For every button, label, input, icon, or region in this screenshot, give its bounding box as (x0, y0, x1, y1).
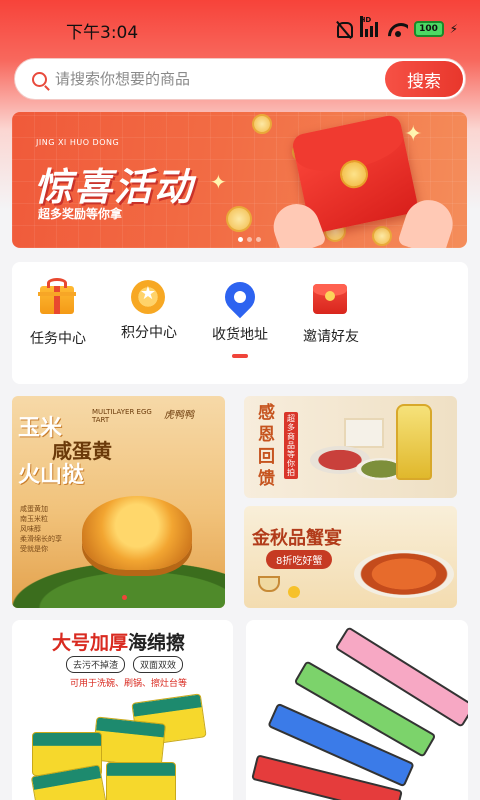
product-card-harmonica[interactable] (246, 620, 468, 800)
sponge-illustration (91, 716, 167, 768)
promo-description: 咸蛋黄加 南玉米粒 风味醇 柔滑绵长的享 受就是你 (20, 505, 62, 553)
gift-icon (38, 278, 76, 314)
status-bar: 下午3:04 HD 100 ⚡ (0, 0, 480, 58)
signal-icon: HD (359, 16, 382, 37)
promo-card-gratitude[interactable]: 感恩回馈 超多商品等你拍 (244, 396, 457, 498)
banner-pagination (238, 237, 261, 242)
tea-cup-illustration (258, 576, 280, 592)
product-card-sponge[interactable]: 大号加厚海绵擦 去污不掉渣 双面双效 可用于洗碗、刷锅、擦灶台等 (12, 620, 233, 800)
mute-icon (334, 20, 354, 38)
flower-illustration (288, 586, 300, 598)
quick-nav-label: 任务中心 (30, 331, 86, 347)
quick-nav-label: 邀请好友 (303, 329, 359, 345)
red-packet-icon (313, 284, 347, 314)
search-button[interactable]: 搜索 (385, 61, 463, 97)
promo-banner[interactable]: JING XI HUO DONG 惊喜活动 超多奖励等你拿 ✦ ✦ ✦ (12, 112, 467, 248)
sparkle-icon: ✦ (404, 122, 423, 147)
promo-title: 金秋品蟹宴 (252, 528, 342, 549)
promo-brand: 虎鸭鸭 (164, 410, 194, 421)
location-pin-icon (218, 275, 262, 319)
quick-nav-page-indicator (232, 354, 248, 358)
wifi-icon (388, 21, 408, 37)
search-input[interactable] (55, 59, 385, 99)
charging-icon: ⚡ (449, 22, 458, 36)
banner-subtitle: 超多奖励等你拿 (38, 207, 123, 221)
product-tag: 双面双效 (133, 656, 184, 673)
carousel-dot (122, 595, 127, 600)
gift-box-illustration (344, 418, 384, 448)
quick-nav-points-center[interactable]: 积分中心 (109, 280, 189, 342)
promo-title: 火山挞 (18, 463, 85, 488)
oil-bottle-illustration (396, 404, 432, 480)
promo-tag: 超多商品等你拍 (284, 412, 298, 479)
product-title-rest: 海绵擦 (128, 632, 186, 654)
quick-nav: 任务中心 积分中心 收货地址 邀请好友 (12, 262, 468, 384)
promo-card-crab-feast[interactable]: 金秋品蟹宴 8折吃好蟹 (244, 506, 457, 608)
quick-nav-invite-friends[interactable]: 邀请好友 (291, 280, 371, 346)
quick-nav-label: 积分中心 (121, 325, 177, 341)
sparkle-icon: ✦ (210, 170, 227, 194)
points-icon (131, 280, 165, 314)
quick-nav-task-center[interactable]: 任务中心 (18, 278, 98, 348)
status-time: 下午3:04 (66, 23, 139, 43)
banner-title: 惊喜活动 (34, 165, 195, 209)
coin-icon (252, 114, 272, 134)
quick-nav-shipping-address[interactable]: 收货地址 (200, 275, 280, 344)
egg-tart-illustration (82, 496, 192, 570)
product-tag: 去污不掉渣 (66, 656, 126, 673)
crab-plate-illustration (354, 550, 454, 598)
coin-icon (372, 226, 392, 246)
promo-card-egg-tart[interactable]: 玉米 MULTILAYER EGG TART 虎鸭鸭 咸蛋黄 火山挞 咸蛋黄加 … (12, 396, 225, 608)
battery-icon: 100 (413, 21, 444, 37)
banner-pinyin: JING XI HUO DONG (36, 138, 120, 147)
promo-english: MULTILAYER EGG TART (92, 408, 152, 424)
product-title-highlight: 大号加厚 (52, 632, 129, 654)
product-title: 大号加厚海绵擦 (52, 628, 185, 655)
search-icon (32, 72, 47, 87)
promo-title: 感恩回馈 (258, 403, 275, 489)
quick-nav-label: 收货地址 (212, 327, 268, 343)
promo-pill: 8折吃好蟹 (266, 550, 333, 569)
status-icons: HD 100 ⚡ (334, 16, 458, 40)
search-bar: 搜索 (14, 58, 466, 100)
coin-icon (226, 206, 252, 232)
sponge-illustration (106, 762, 176, 800)
product-subtitle: 可用于洗碗、刷锅、擦灶台等 (70, 679, 188, 689)
product-tags: 去污不掉渣 双面双效 (66, 656, 184, 673)
